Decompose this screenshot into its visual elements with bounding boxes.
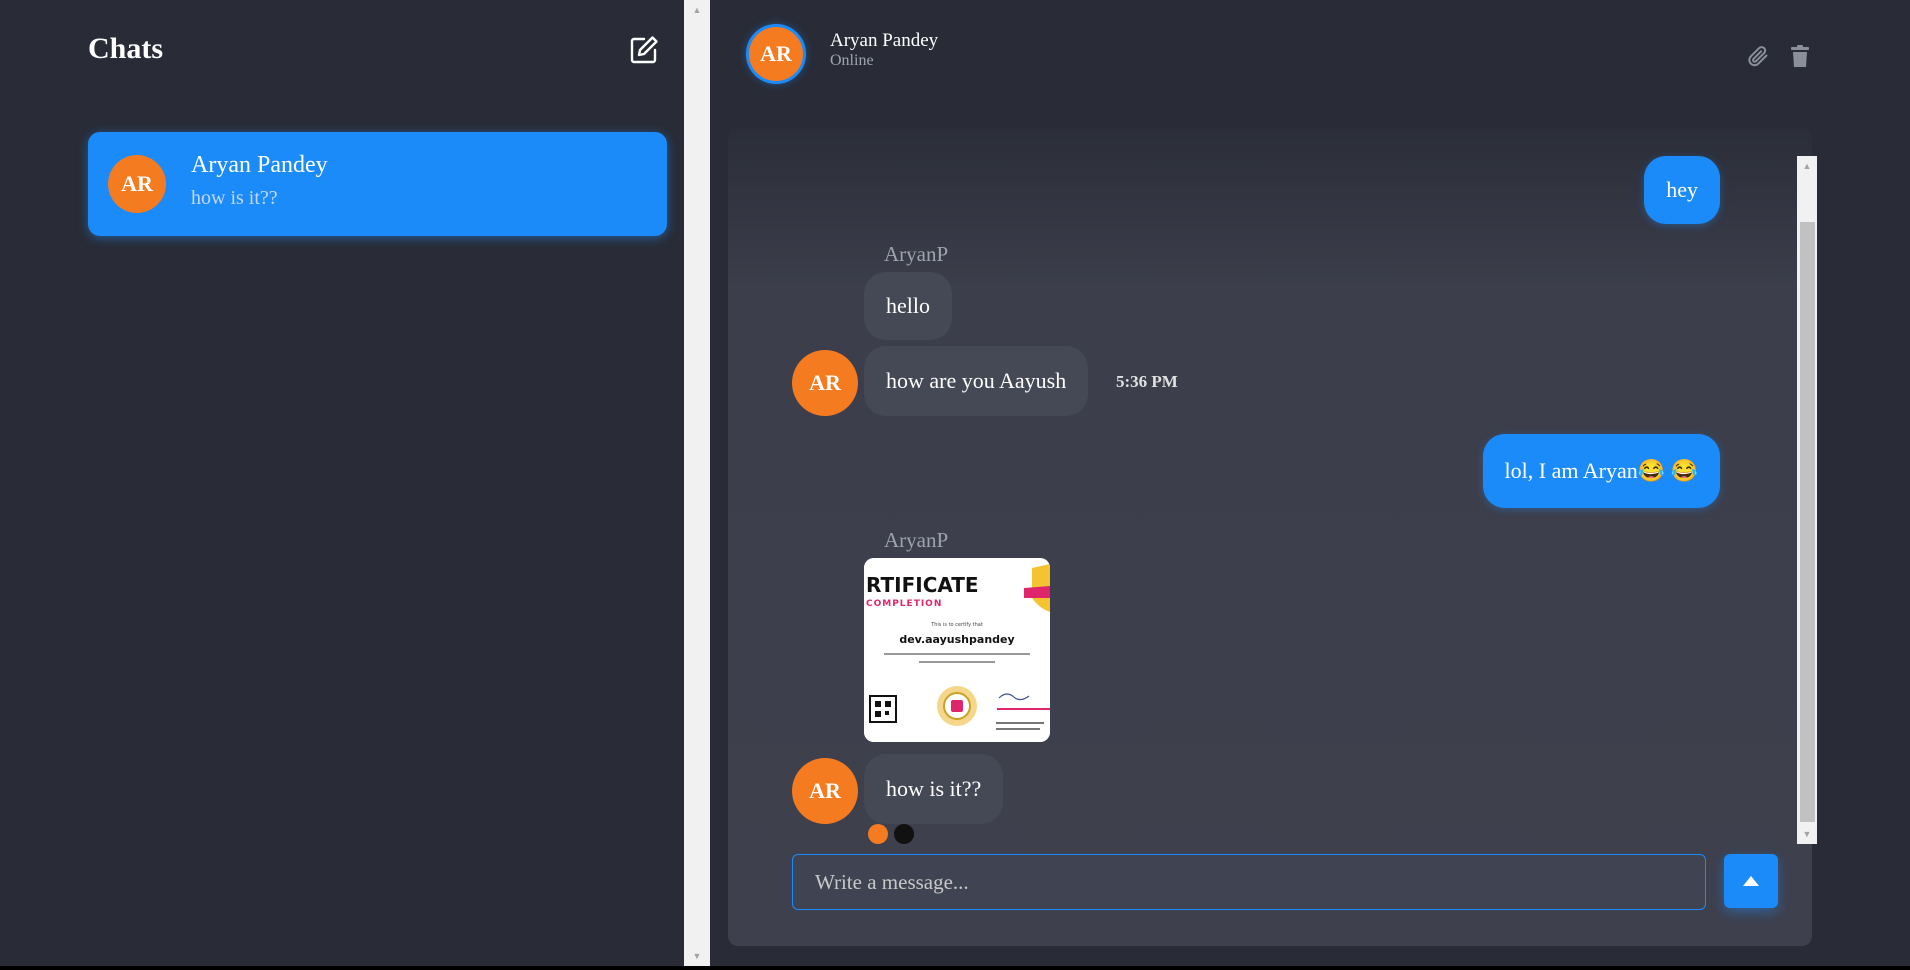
indicator-dot: [868, 824, 888, 844]
certificate-certify-line: This is to certify that: [930, 622, 983, 628]
message-sender: AryanP: [884, 528, 949, 552]
edit-square-icon: [630, 36, 658, 64]
paperclip-icon: [1748, 46, 1768, 67]
message-image-certificate[interactable]: RTIFICATE COMPLETION This is to certify …: [864, 558, 1050, 742]
trash-icon: [1791, 45, 1809, 67]
indicator-dot: [894, 824, 914, 844]
message-bubble-outgoing: lol, I am Aryan😂 😂: [1482, 434, 1720, 508]
attach-button[interactable]: [1746, 44, 1770, 68]
messages-scrollbar[interactable]: ▲ ▼: [1797, 156, 1817, 844]
scrollbar-thumb[interactable]: [1800, 222, 1815, 822]
message-avatar: AR: [792, 350, 858, 416]
bottom-edge: [0, 966, 1910, 970]
message-sender: AryanP: [884, 242, 949, 266]
delete-chat-button[interactable]: [1788, 44, 1812, 68]
chat-name: Aryan Pandey: [191, 152, 328, 178]
send-button[interactable]: [1724, 854, 1778, 908]
chat-avatar: AR: [108, 155, 166, 213]
scroll-down-arrow-icon[interactable]: ▼: [684, 946, 710, 966]
scroll-down-arrow-icon[interactable]: ▼: [1797, 824, 1817, 844]
message-bubble-incoming: hello: [864, 272, 952, 340]
messages-panel: hey AryanP hello AR how are you Aayush 5…: [728, 128, 1817, 946]
page-scrollbar[interactable]: ▲ ▼: [684, 0, 710, 966]
chat-last-message: how is it??: [191, 187, 278, 209]
chat-list-item-aryan-pandey[interactable]: AR Aryan Pandey how is it??: [88, 132, 667, 236]
certificate-recipient: dev.aayushpandey: [899, 633, 1014, 646]
message-timestamp: 5:36 PM: [1116, 372, 1178, 391]
scroll-up-arrow-icon[interactable]: ▲: [1797, 156, 1817, 176]
header-contact-name: Aryan Pandey: [830, 30, 939, 51]
message-bubble-incoming: how are you Aayush: [864, 346, 1089, 416]
message-bubble-incoming: how is it??: [864, 754, 1004, 824]
chat-window: AR Aryan Pandey Online hey AryanP hello …: [710, 0, 1910, 966]
scroll-up-arrow-icon[interactable]: ▲: [684, 0, 710, 20]
message-input[interactable]: [792, 854, 1706, 910]
caret-up-icon: [1743, 876, 1759, 886]
header-status: Online: [830, 52, 874, 69]
message-bubble-outgoing: hey: [1644, 156, 1720, 224]
sidebar: Chats AR Aryan Pandey how is it??: [0, 0, 684, 966]
certificate-subheading: COMPLETION: [866, 599, 942, 609]
header-avatar: AR: [746, 24, 806, 84]
certificate-heading: RTIFICATE: [866, 573, 979, 597]
new-chat-button[interactable]: [628, 34, 660, 66]
message-avatar: AR: [792, 758, 858, 824]
sidebar-title: Chats: [88, 32, 164, 65]
